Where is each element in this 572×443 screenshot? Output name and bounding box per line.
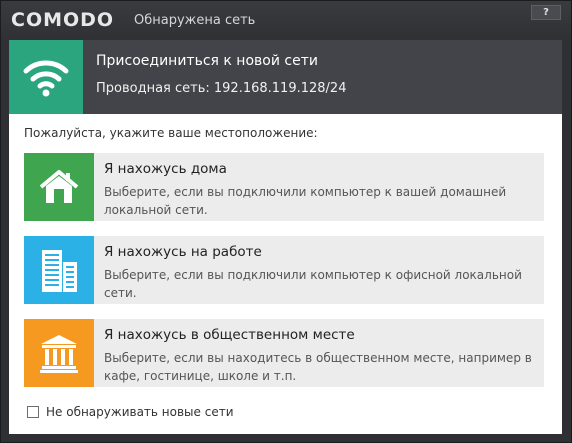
option-work-description: Выберите, если вы подключили компьютер к… <box>104 268 522 300</box>
dont-detect-checkbox[interactable] <box>27 406 39 418</box>
content-panel: Пожалуйста, укажите ваше местоположение:… <box>9 114 562 434</box>
public-building-icon <box>40 335 78 373</box>
network-header: Присоединиться к новой сети Проводная се… <box>9 40 562 114</box>
home-tile <box>24 153 94 221</box>
home-icon <box>39 170 79 203</box>
option-home-description: Выберите, если вы подключили компьютер к… <box>104 185 507 217</box>
dont-detect-checkbox-row[interactable]: Не обнаруживать новые сети <box>27 405 234 419</box>
option-work[interactable]: Я нахожусь на работе Выберите, если вы п… <box>24 236 544 304</box>
dont-detect-label: Не обнаруживать новые сети <box>46 405 234 419</box>
option-work-title: Я нахожусь на работе <box>104 244 262 260</box>
public-tile <box>24 319 94 387</box>
option-public[interactable]: Я нахожусь в общественном месте Выберите… <box>24 319 544 387</box>
option-home-title: Я нахожусь дома <box>104 161 227 177</box>
work-tile <box>24 236 94 304</box>
option-public-description: Выберите, если вы находитесь в обществен… <box>104 351 532 383</box>
titlebar: COMODO Обнаружена сеть ? <box>1 1 571 39</box>
wifi-icon <box>23 60 69 97</box>
wifi-tile <box>9 40 83 114</box>
option-home[interactable]: Я нахожусь дома Выберите, если вы подклю… <box>24 153 544 221</box>
network-address: Проводная сеть: 192.168.119.128/24 <box>96 81 347 96</box>
office-buildings-icon <box>42 250 77 292</box>
network-detected-window: COMODO Обнаружена сеть ? Присоединиться … <box>0 0 572 443</box>
location-prompt: Пожалуйста, укажите ваше местоположение: <box>24 126 318 140</box>
option-public-title: Я нахожусь в общественном месте <box>104 327 355 343</box>
help-button[interactable]: ? <box>531 5 561 20</box>
brand-logo: COMODO <box>11 9 115 31</box>
header-title: Присоединиться к новой сети <box>96 53 318 69</box>
window-title: Обнаружена сеть <box>134 13 256 28</box>
